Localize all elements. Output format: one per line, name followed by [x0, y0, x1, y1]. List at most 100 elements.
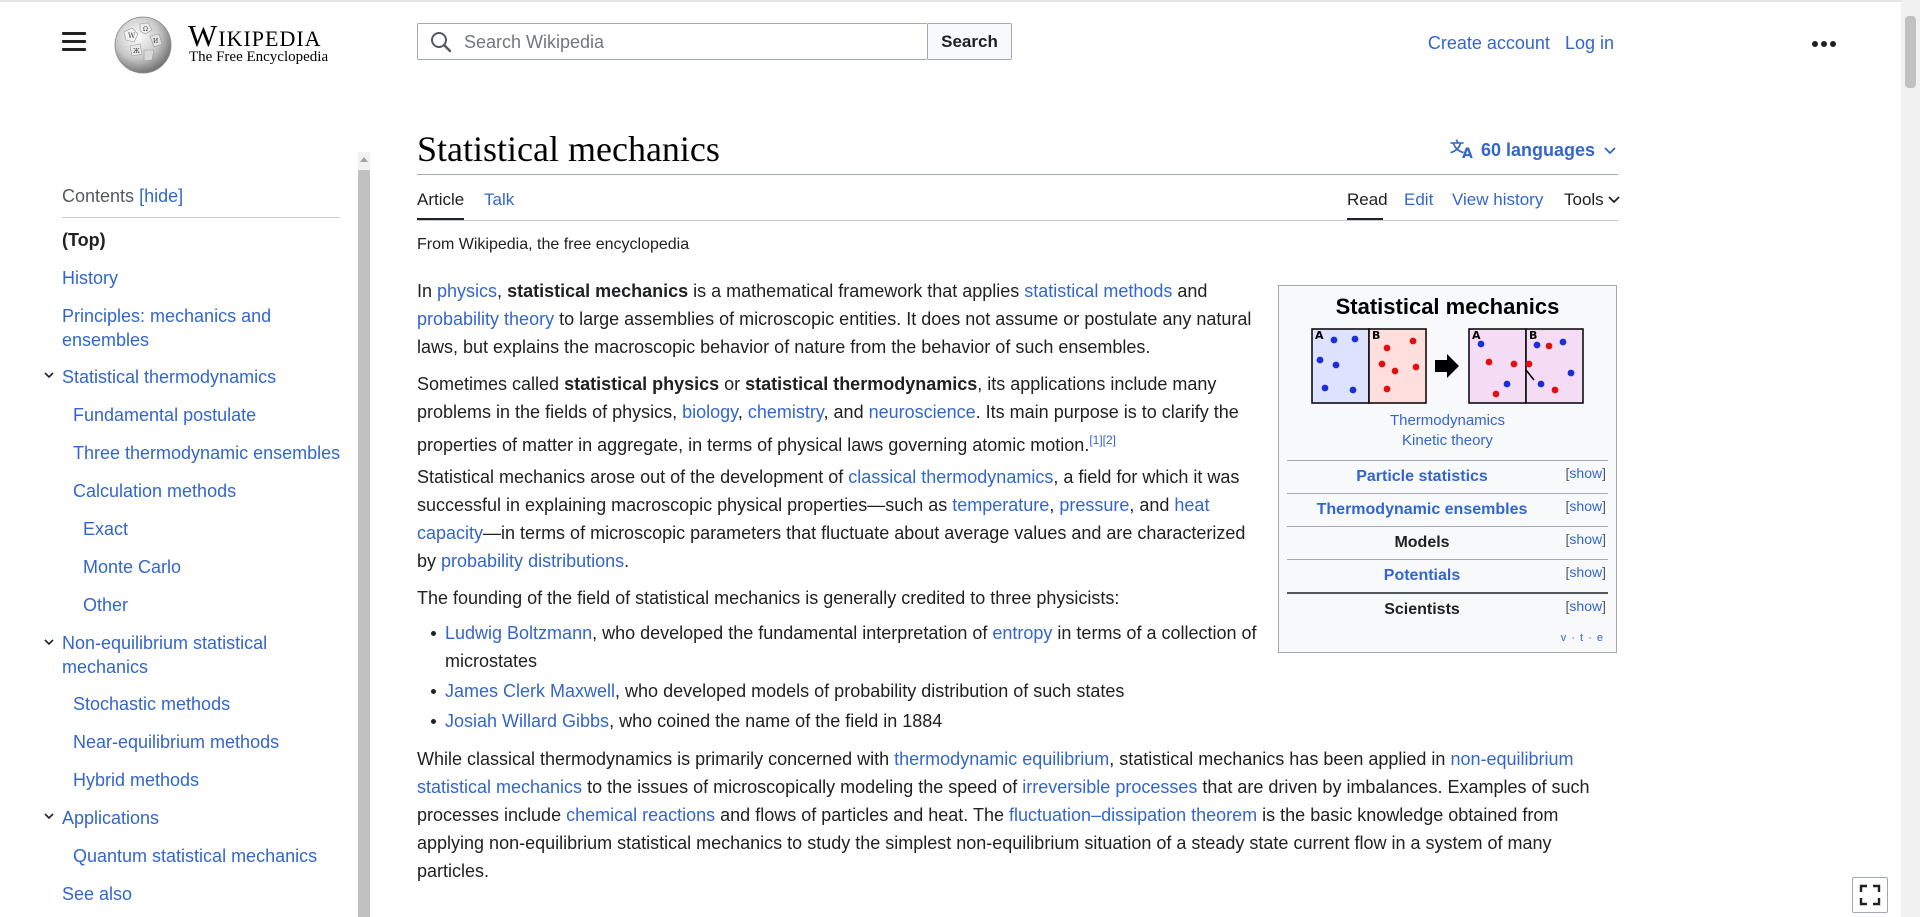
- tab-view-history[interactable]: View history: [1452, 190, 1543, 210]
- link-temperature[interactable]: temperature: [952, 495, 1049, 515]
- toc-item-see-also[interactable]: See also: [62, 882, 132, 906]
- infobox: Statistical mechanics A B A B Thermodyna…: [1278, 285, 1617, 653]
- toc-item-quantum[interactable]: Quantum statistical mechanics: [73, 844, 317, 868]
- svg-text:A: A: [1315, 329, 1324, 342]
- link-classical-thermodynamics[interactable]: classical thermodynamics: [848, 467, 1053, 487]
- toc-item-statistical-thermodynamics[interactable]: Statistical thermodynamics: [62, 365, 276, 389]
- link-chemistry[interactable]: chemistry: [748, 402, 824, 422]
- infobox-row-particle-statistics: Particle statistics [show]: [1287, 460, 1608, 494]
- link-thermodynamic-equilibrium[interactable]: thermodynamic equilibrium: [894, 749, 1109, 769]
- infobox-row-models: Models [show]: [1287, 526, 1608, 560]
- link-entropy[interactable]: entropy: [992, 623, 1052, 643]
- link-statistical-methods[interactable]: statistical methods: [1024, 281, 1172, 301]
- svg-text:Ω: Ω: [143, 26, 148, 33]
- toc-item-stochastic-methods[interactable]: Stochastic methods: [73, 692, 230, 716]
- tools-menu[interactable]: Tools: [1564, 190, 1621, 210]
- toc-item-calculation-methods[interactable]: Calculation methods: [73, 479, 236, 503]
- toc-title: Contents [hide]: [62, 186, 340, 218]
- toc-item-non-equilibrium[interactable]: Non-equilibrium statistical mechanics: [62, 631, 292, 679]
- language-button[interactable]: 文 A 60 languages: [1450, 138, 1616, 162]
- show-toggle[interactable]: [show]: [1566, 531, 1606, 547]
- infobox-link-thermodynamics[interactable]: Thermodynamics: [1279, 412, 1616, 429]
- paragraph-intro: In physics, statistical mechanics is a m…: [417, 281, 1252, 357]
- toc-hide-link[interactable]: [hide]: [139, 186, 183, 206]
- tab-read[interactable]: Read: [1347, 190, 1388, 210]
- link-chemical-reactions[interactable]: chemical reactions: [566, 805, 715, 825]
- search-input[interactable]: [462, 24, 916, 61]
- link-gibbs[interactable]: Josiah Willard Gibbs: [445, 711, 609, 731]
- svg-text:B: B: [1372, 329, 1380, 342]
- language-count: 60 languages: [1481, 140, 1596, 160]
- link-fluctuation-dissipation[interactable]: fluctuation–dissipation theorem: [1009, 805, 1257, 825]
- show-toggle[interactable]: [show]: [1566, 465, 1606, 481]
- list-item: James Clerk Maxwell, who developed model…: [417, 677, 1267, 705]
- wikipedia-globe-logo[interactable]: W Ω И Ж: [112, 14, 174, 74]
- user-links: Create account Log in: [1418, 33, 1614, 54]
- svg-text:A: A: [1462, 146, 1473, 160]
- infobox-row-label: Scientists: [1384, 601, 1460, 618]
- chevron-down-icon[interactable]: [44, 637, 54, 647]
- infobox-row-label[interactable]: Potentials: [1287, 567, 1557, 585]
- tab-talk[interactable]: Talk: [484, 190, 514, 210]
- svg-text:Ж: Ж: [133, 48, 140, 55]
- link-biology[interactable]: biology: [682, 402, 738, 422]
- toc-item-fundamental-postulate[interactable]: Fundamental postulate: [73, 403, 256, 427]
- toc-item-monte-carlo[interactable]: Monte Carlo: [83, 555, 181, 579]
- show-toggle[interactable]: [show]: [1566, 498, 1606, 514]
- link-probability-distributions[interactable]: probability distributions: [441, 551, 624, 571]
- link-neuroscience[interactable]: neuroscience: [869, 402, 976, 422]
- toc-item-principles[interactable]: Principles: mechanics and ensembles: [62, 304, 292, 352]
- show-toggle[interactable]: [show]: [1566, 598, 1606, 614]
- infobox-row-label[interactable]: Thermodynamic ensembles: [1287, 501, 1557, 519]
- show-toggle[interactable]: [show]: [1566, 564, 1606, 580]
- svg-text:B: B: [1529, 329, 1537, 342]
- ellipsis-icon[interactable]: [1811, 39, 1837, 49]
- link-boltzmann[interactable]: Ludwig Boltzmann: [445, 623, 592, 643]
- toc-scrollbar-thumb[interactable]: [358, 170, 370, 917]
- reference-links[interactable]: [1][2]: [1089, 433, 1116, 447]
- table-of-contents: Contents [hide]: [62, 186, 342, 218]
- search-button[interactable]: Search: [928, 23, 1012, 60]
- paragraph-founding: The founding of the field of statistical…: [417, 588, 1120, 608]
- svg-text:W: W: [128, 32, 136, 40]
- fullscreen-button[interactable]: [1852, 877, 1888, 913]
- infobox-row-label[interactable]: Particle statistics: [1287, 468, 1557, 486]
- link-physics[interactable]: physics: [437, 281, 497, 301]
- toc-item-near-equilibrium[interactable]: Near-equilibrium methods: [73, 730, 279, 754]
- toc-item-exact[interactable]: Exact: [83, 517, 128, 541]
- list-item: Josiah Willard Gibbs, who coined the nam…: [417, 707, 1267, 735]
- site-sub: From Wikipedia, the free encyclopedia: [417, 236, 690, 253]
- paragraph-applications: Sometimes called statistical physics or …: [417, 374, 1239, 455]
- link-maxwell[interactable]: James Clerk Maxwell: [445, 681, 615, 701]
- chevron-down-icon[interactable]: [44, 370, 54, 380]
- top-border: [0, 0, 1920, 2]
- vte-links[interactable]: v · t · e: [1561, 632, 1604, 644]
- infobox-row-thermodynamic-ensembles: Thermodynamic ensembles [show]: [1287, 493, 1608, 527]
- infobox-row-scientists: Scientists [show]: [1287, 592, 1608, 627]
- link-irreversible-processes[interactable]: irreversible processes: [1022, 777, 1197, 797]
- chevron-down-icon[interactable]: [44, 811, 54, 821]
- search-box[interactable]: [417, 23, 928, 61]
- toc-item-hybrid-methods[interactable]: Hybrid methods: [73, 768, 199, 792]
- toc-item-other[interactable]: Other: [83, 593, 128, 617]
- tab-edit[interactable]: Edit: [1404, 190, 1433, 210]
- toc-item-three-ensembles[interactable]: Three thermodynamic ensembles: [73, 441, 340, 465]
- link-probability-theory[interactable]: probability theory: [417, 309, 554, 329]
- toc-item-history[interactable]: History: [62, 266, 118, 290]
- scroll-up-arrow-icon[interactable]: [360, 157, 368, 162]
- toc-item-applications[interactable]: Applications: [62, 806, 159, 830]
- main-menu-icon[interactable]: [62, 32, 86, 52]
- page-scrollbar[interactable]: [1901, 0, 1920, 917]
- toc-item-top[interactable]: (Top): [62, 228, 106, 252]
- log-in-link[interactable]: Log in: [1565, 33, 1614, 53]
- create-account-link[interactable]: Create account: [1428, 33, 1550, 53]
- tab-article[interactable]: Article: [417, 190, 464, 210]
- svg-text:И: И: [153, 38, 158, 45]
- chevron-down-icon: [1604, 147, 1616, 155]
- infobox-link-kinetic-theory[interactable]: Kinetic theory: [1279, 432, 1616, 449]
- page-title: Statistical mechanics: [417, 129, 720, 169]
- toc-scrollbar[interactable]: [358, 152, 370, 917]
- link-pressure[interactable]: pressure: [1059, 495, 1129, 515]
- page-scrollbar-thumb[interactable]: [1905, 16, 1916, 88]
- infobox-title: Statistical mechanics: [1335, 294, 1560, 319]
